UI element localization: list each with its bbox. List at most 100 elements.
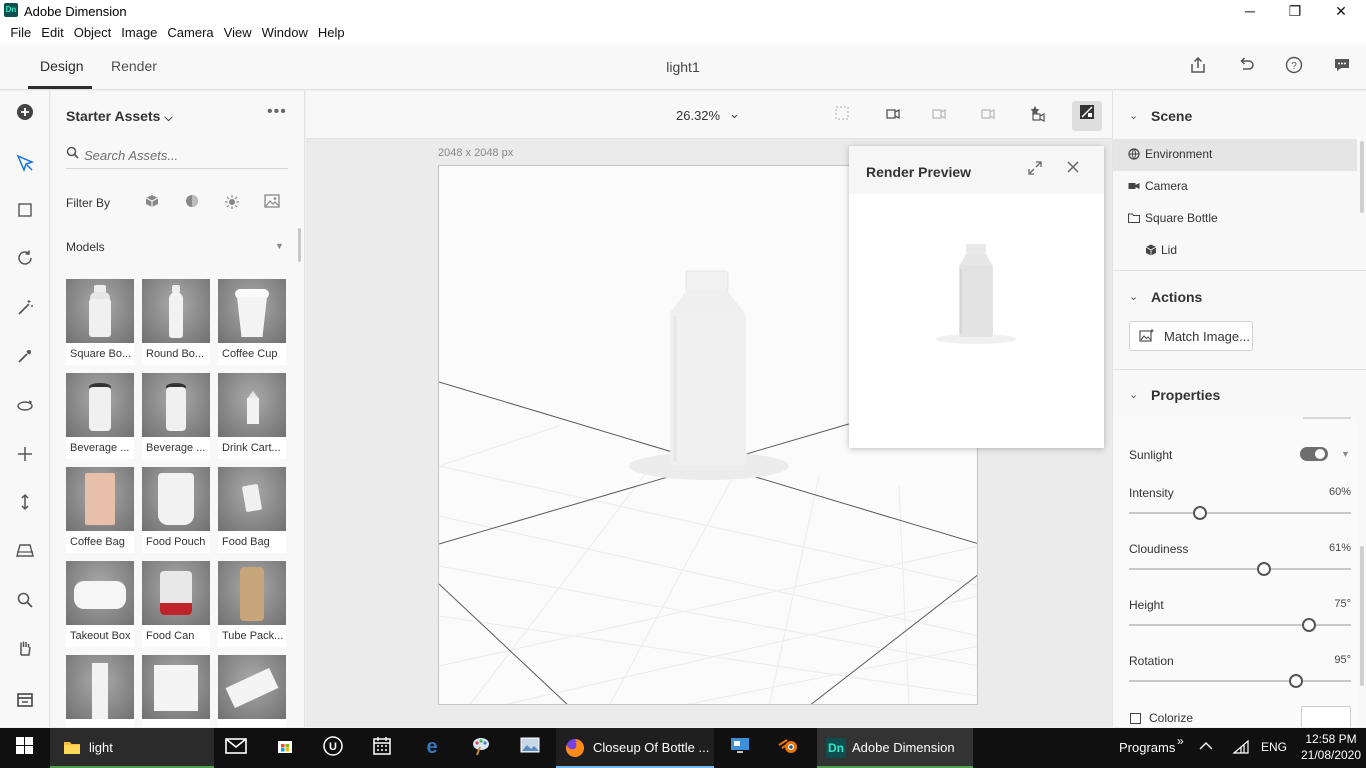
filter-materials-icon[interactable]: [184, 194, 200, 210]
menu-file[interactable]: File: [5, 23, 36, 43]
vertical-move-icon[interactable]: [13, 493, 37, 517]
hand-icon[interactable]: [13, 639, 37, 663]
camera-frame-icon[interactable]: [882, 105, 904, 127]
rotation-value[interactable]: 95°: [1313, 654, 1351, 666]
assets-scrollbar[interactable]: [298, 228, 301, 262]
render-preview-toggle-icon[interactable]: [1072, 101, 1102, 131]
scene-item-environment[interactable]: Environment: [1113, 139, 1357, 171]
properties-scrollbar[interactable]: [1360, 546, 1364, 686]
crop-icon[interactable]: [13, 201, 37, 225]
add-icon[interactable]: [13, 103, 37, 127]
filter-models-icon[interactable]: [144, 194, 160, 210]
intensity-slider-knob[interactable]: [1193, 506, 1208, 520]
asset-coffee-cup[interactable]: Coffee Cup: [218, 279, 286, 365]
rotate-icon[interactable]: [13, 397, 37, 421]
menu-view[interactable]: View: [219, 23, 257, 43]
colorize-checkbox[interactable]: [1130, 713, 1141, 724]
zoom-icon[interactable]: [13, 591, 37, 615]
cloudiness-value[interactable]: 61%: [1313, 542, 1351, 554]
language-indicator[interactable]: ENG: [1261, 740, 1287, 754]
menu-object[interactable]: Object: [69, 23, 117, 43]
asset-tall-box[interactable]: [66, 655, 134, 727]
tray-expand-icon[interactable]: [1199, 740, 1213, 754]
wifi-icon[interactable]: [1232, 739, 1250, 758]
asset-box[interactable]: [142, 655, 210, 727]
share-icon[interactable]: [1187, 56, 1209, 78]
chevron-down-icon[interactable]: ⌄: [1129, 109, 1138, 122]
feedback-icon[interactable]: [1331, 56, 1353, 78]
chevron-down-icon[interactable]: ▼: [1341, 449, 1350, 459]
magic-wand-icon[interactable]: [13, 299, 37, 323]
actions-title[interactable]: Actions: [1151, 289, 1202, 305]
assets-dropdown[interactable]: Starter Assets ⌵: [66, 108, 173, 125]
search-input[interactable]: [84, 145, 284, 165]
edge-icon[interactable]: e: [420, 736, 444, 760]
programs-toolbar[interactable]: Programs: [1119, 740, 1175, 755]
move-icon[interactable]: [13, 445, 37, 469]
taskbar-explorer[interactable]: light: [50, 728, 214, 768]
scene-title[interactable]: Scene: [1151, 108, 1192, 124]
more-options-icon[interactable]: •••: [267, 103, 287, 121]
unreal-engine-icon[interactable]: U: [321, 736, 345, 760]
asset-tube-package[interactable]: Tube Pack...: [218, 561, 286, 647]
close-button[interactable]: ✕: [1318, 0, 1364, 23]
colorize-swatch[interactable]: [1301, 706, 1351, 727]
scene-scrollbar[interactable]: [1360, 141, 1364, 213]
asset-flat-box[interactable]: [218, 655, 286, 727]
asset-food-bag[interactable]: Food Bag: [218, 467, 286, 553]
filter-lights-icon[interactable]: [224, 194, 240, 210]
calendar-icon[interactable]: [370, 736, 394, 760]
asset-coffee-bag[interactable]: Coffee Bag: [66, 467, 134, 553]
height-value[interactable]: 75°: [1313, 598, 1351, 610]
sunlight-toggle[interactable]: [1300, 447, 1328, 461]
intensity-value[interactable]: 60%: [1313, 486, 1351, 498]
camera-pan-icon[interactable]: [977, 105, 999, 127]
photos-icon[interactable]: [518, 736, 542, 760]
camera-orbit-icon[interactable]: [928, 105, 950, 127]
close-icon[interactable]: [1066, 158, 1080, 179]
rotation-slider-track[interactable]: [1129, 680, 1351, 682]
asset-square-bottle[interactable]: Square Bo...: [66, 279, 134, 365]
match-image-button[interactable]: Match Image...: [1129, 321, 1253, 351]
menu-help[interactable]: Help: [313, 23, 350, 43]
properties-title[interactable]: Properties: [1151, 387, 1220, 403]
windows-start-icon[interactable]: [12, 736, 36, 760]
taskbar-adobe-dimension[interactable]: Dn Adobe Dimension: [817, 728, 973, 768]
orbit-icon[interactable]: [13, 249, 37, 273]
asset-beverage-can-tall[interactable]: Beverage ...: [142, 373, 210, 459]
paint-icon[interactable]: [469, 736, 493, 760]
store-icon[interactable]: [273, 736, 297, 760]
menu-window[interactable]: Window: [257, 23, 313, 43]
intensity-slider-track[interactable]: [1129, 512, 1351, 514]
remote-desktop-icon[interactable]: [728, 736, 752, 760]
asset-food-pouch[interactable]: Food Pouch: [142, 467, 210, 553]
blender-icon[interactable]: [777, 736, 801, 760]
programs-expand-icon[interactable]: »: [1177, 734, 1184, 748]
minimize-button[interactable]: ─: [1227, 0, 1273, 23]
asset-beverage-can[interactable]: Beverage ...: [66, 373, 134, 459]
perspective-icon[interactable]: [13, 541, 37, 565]
asset-food-can[interactable]: Food Can: [142, 561, 210, 647]
height-slider-knob[interactable]: [1301, 618, 1316, 632]
menu-image[interactable]: Image: [116, 23, 162, 43]
help-icon[interactable]: ?: [1283, 56, 1305, 78]
cloudiness-slider-track[interactable]: [1129, 568, 1351, 570]
eyedropper-icon[interactable]: [13, 347, 37, 371]
camera-bookmark-icon[interactable]: [1026, 105, 1048, 127]
scene-item-square-bottle[interactable]: Square Bottle: [1113, 203, 1357, 235]
clock[interactable]: 12:58 PM 21/08/2020: [1300, 731, 1362, 763]
undo-icon[interactable]: [1235, 56, 1257, 78]
expand-icon[interactable]: [1027, 160, 1043, 180]
chevron-down-icon[interactable]: ⌄: [1129, 290, 1138, 303]
filter-images-icon[interactable]: [264, 194, 280, 210]
zoom-value[interactable]: 26.32%: [676, 108, 720, 123]
layers-icon[interactable]: [13, 691, 37, 715]
rotation-slider-knob[interactable]: [1288, 674, 1303, 688]
asset-drink-carton[interactable]: Drink Cart...: [218, 373, 286, 459]
frame-icon[interactable]: [831, 105, 853, 127]
asset-round-bottle[interactable]: Round Bo...: [142, 279, 210, 365]
asset-takeout-box[interactable]: Takeout Box: [66, 561, 134, 647]
restore-button[interactable]: ❐: [1272, 0, 1318, 23]
chevron-down-icon[interactable]: ⌄: [729, 106, 740, 122]
chevron-down-icon[interactable]: ⌄: [1129, 388, 1138, 401]
